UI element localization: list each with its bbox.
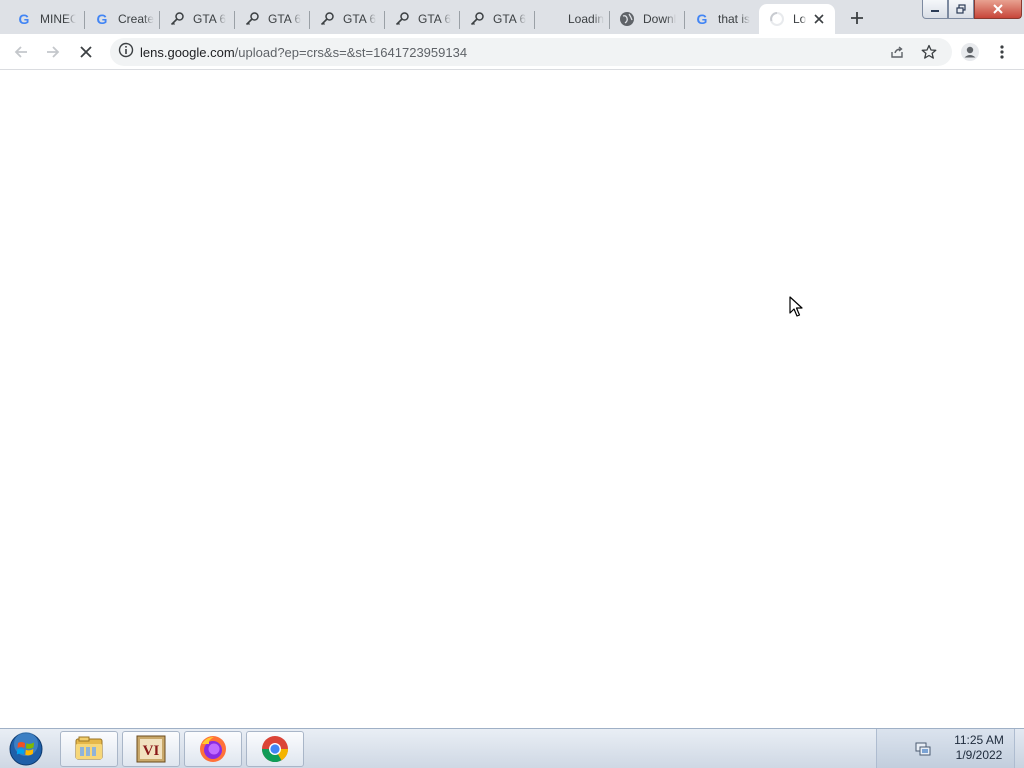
taskbar-app-firefox[interactable] xyxy=(184,731,242,767)
tab-6[interactable]: GTA 6 xyxy=(384,4,459,34)
url-path: /upload?ep=crs&s=&st=1641723959134 xyxy=(234,44,468,60)
tab-title: Loadin xyxy=(568,12,604,26)
google-g-icon: G xyxy=(18,11,30,27)
tab-close-icon[interactable] xyxy=(811,11,827,27)
menu-button[interactable] xyxy=(989,39,1015,65)
clock-time: 11:25 AM xyxy=(954,733,1004,747)
tab-title: Lo xyxy=(793,12,807,26)
key-icon xyxy=(169,11,185,27)
page-content xyxy=(0,71,1024,728)
tab-title: GTA 6 xyxy=(493,12,527,26)
stop-x-icon xyxy=(80,46,92,58)
restore-icon xyxy=(956,4,966,14)
site-info-icon[interactable] xyxy=(118,42,134,63)
folder-icon xyxy=(75,736,103,760)
chrome-icon xyxy=(261,736,289,763)
show-desktop-button[interactable] xyxy=(1014,729,1024,768)
tab-2[interactable]: G Create xyxy=(84,4,159,34)
taskbar-app-chrome[interactable] xyxy=(246,731,304,767)
windows-orb-icon xyxy=(9,732,43,766)
blank-icon xyxy=(544,11,560,27)
google-g-icon: G xyxy=(96,11,108,27)
kebab-menu-icon xyxy=(1000,45,1004,59)
vi-icon: VI xyxy=(136,735,166,763)
share-icon[interactable] xyxy=(888,43,906,61)
key-icon xyxy=(244,11,260,27)
mouse-cursor-icon xyxy=(789,296,803,317)
taskbar-app-explorer[interactable] xyxy=(60,731,118,767)
tab-title: that is xyxy=(718,12,751,26)
tab-1[interactable]: G MINEC xyxy=(6,4,84,34)
tab-5[interactable]: GTA 6 xyxy=(309,4,384,34)
avatar-icon xyxy=(961,43,979,61)
tab-title: GTA 6 xyxy=(343,12,377,26)
tab-9[interactable]: Downl xyxy=(609,4,684,34)
tab-strip: G MINEC G Create GTA 6 GTA 6 GTA 6 GTA 6 xyxy=(0,0,1024,34)
key-icon xyxy=(319,11,335,27)
tab-active[interactable]: Lo xyxy=(759,4,835,34)
tab-title: Create xyxy=(118,12,154,26)
tab-7[interactable]: GTA 6 xyxy=(459,4,534,34)
address-bar[interactable]: lens.google.com/upload?ep=crs&s=&st=1641… xyxy=(110,38,952,66)
restore-button[interactable] xyxy=(948,0,974,19)
firefox-icon xyxy=(200,736,226,762)
url-host: lens.google.com xyxy=(140,44,235,60)
tab-10[interactable]: G that is xyxy=(684,4,759,34)
google-g-icon: G xyxy=(696,11,708,27)
tab-title: GTA 6 xyxy=(418,12,452,26)
key-icon xyxy=(469,11,485,27)
tab-title: MINEC xyxy=(40,12,76,26)
system-tray: 11:25 AM 1/9/2022 xyxy=(876,729,1024,768)
clock-date: 1/9/2022 xyxy=(955,748,1003,762)
taskbar-app-vi[interactable]: VI xyxy=(122,731,180,767)
forward-button[interactable] xyxy=(40,39,66,65)
tab-title: Downl xyxy=(643,12,677,26)
plus-icon xyxy=(851,12,863,24)
tab-title: GTA 6 xyxy=(268,12,302,26)
vi-label: VI xyxy=(143,743,160,759)
taskbar: VI 11:25 AM 1/9/2022 xyxy=(0,728,1024,768)
tab-title: GTA 6 xyxy=(193,12,227,26)
close-icon xyxy=(993,4,1003,14)
minimize-icon xyxy=(931,10,939,12)
network-icon[interactable] xyxy=(915,741,931,757)
tab-4[interactable]: GTA 6 xyxy=(234,4,309,34)
stop-loading-button[interactable] xyxy=(73,39,99,65)
key-icon xyxy=(394,11,410,27)
arrow-left-icon xyxy=(14,46,27,58)
back-button[interactable] xyxy=(8,39,34,65)
tab-8[interactable]: Loadin xyxy=(534,4,609,34)
browser-toolbar: lens.google.com/upload?ep=crs&s=&st=1641… xyxy=(0,34,1024,70)
tab-3[interactable]: GTA 6 xyxy=(159,4,234,34)
arrow-right-icon xyxy=(47,46,60,58)
globe-icon xyxy=(619,11,635,27)
bookmark-star-icon[interactable] xyxy=(920,43,938,61)
minimize-button[interactable] xyxy=(922,0,948,19)
new-tab-button[interactable] xyxy=(845,6,869,30)
start-button[interactable] xyxy=(6,731,46,767)
loading-spinner-icon xyxy=(769,11,785,27)
url-text: lens.google.com/upload?ep=crs&s=&st=1641… xyxy=(140,45,467,60)
taskbar-clock[interactable]: 11:25 AM 1/9/2022 xyxy=(939,733,1019,763)
window-controls xyxy=(922,0,1022,20)
profile-button[interactable] xyxy=(957,39,983,65)
close-window-button[interactable] xyxy=(974,0,1022,19)
